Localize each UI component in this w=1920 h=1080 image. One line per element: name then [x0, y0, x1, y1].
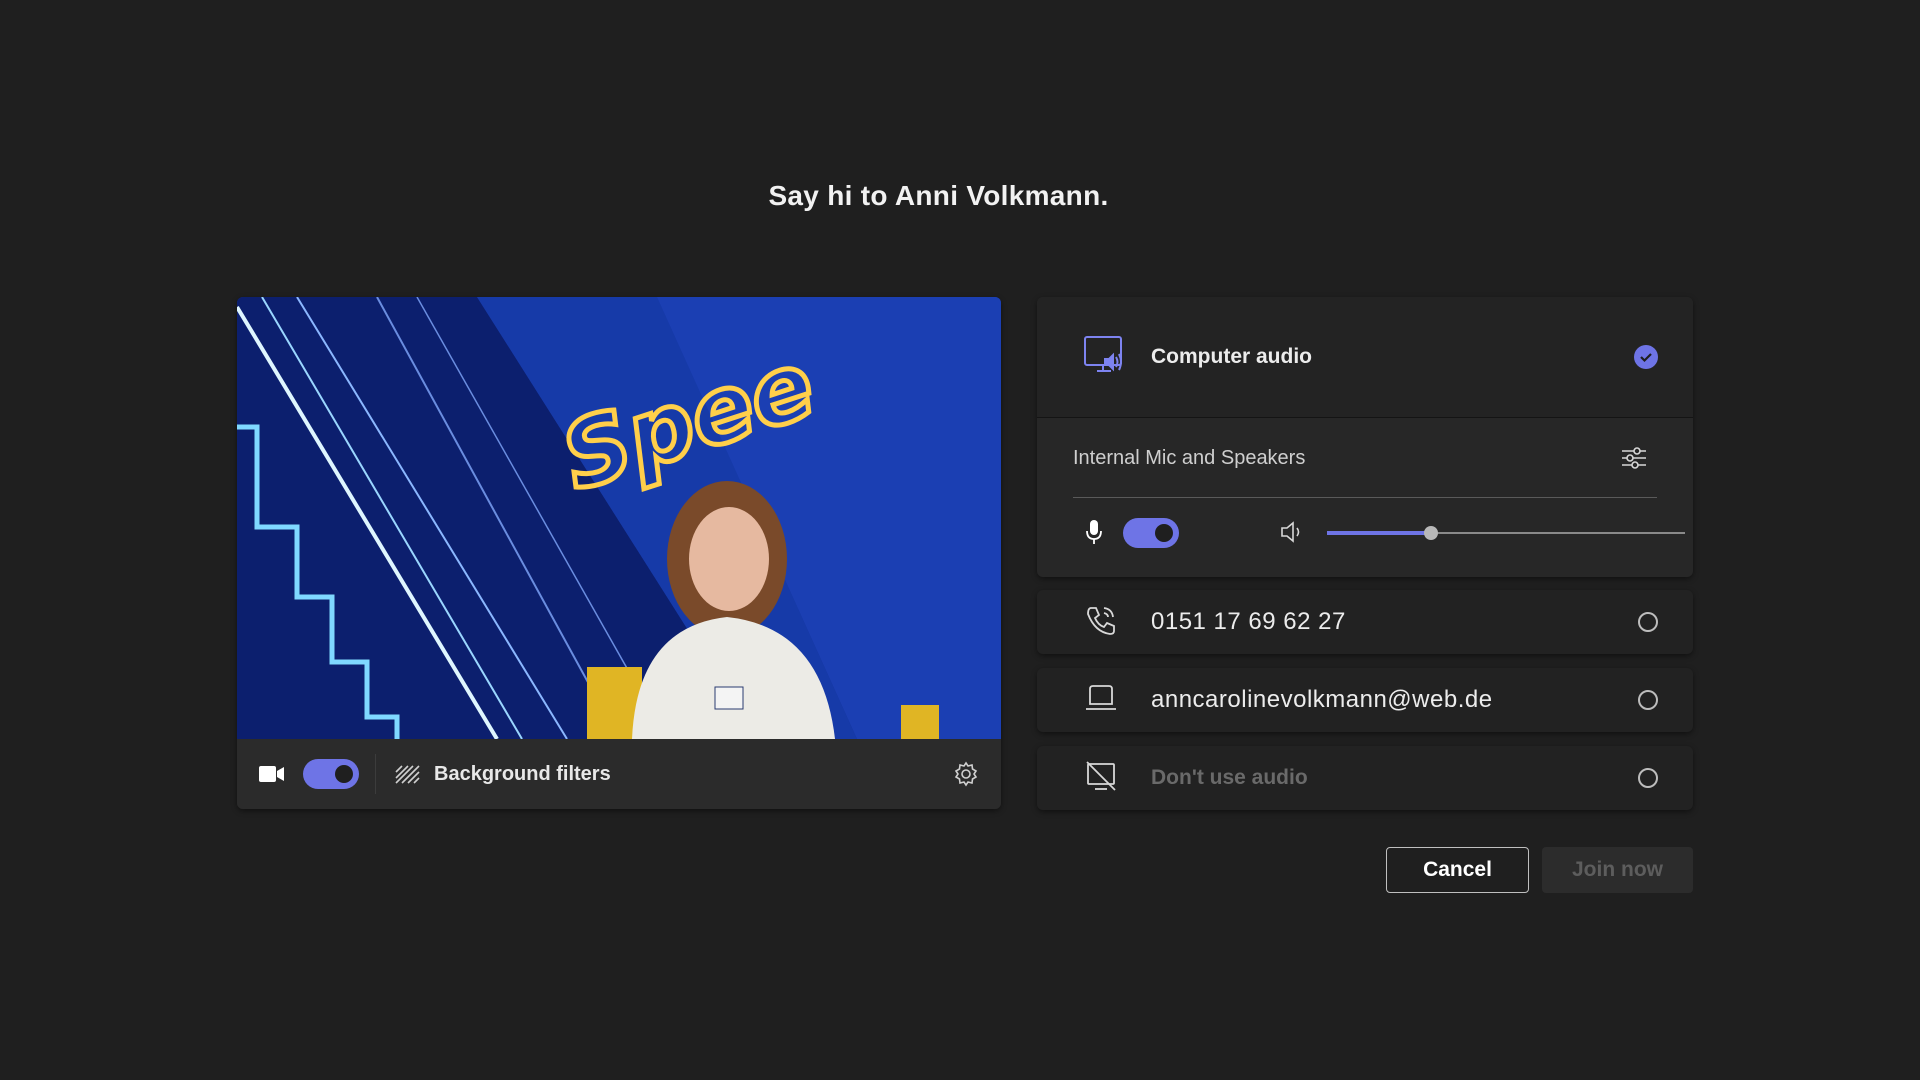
volume-fill — [1327, 531, 1431, 535]
computer-audio-icon — [1083, 335, 1125, 377]
camera-preview: Spee — [237, 297, 1001, 739]
gear-icon[interactable] — [953, 761, 979, 787]
cancel-button[interactable]: Cancel — [1386, 847, 1529, 893]
microphone-toggle[interactable] — [1123, 518, 1179, 548]
page-title: Say hi to Anni Volkmann. — [768, 180, 1109, 211]
no-audio-icon — [1083, 758, 1119, 794]
phone-number-label: 0151 17 69 62 27 — [1151, 608, 1346, 635]
video-toolbar: Background filters — [237, 739, 1001, 809]
phone-icon — [1083, 602, 1119, 638]
speaker-icon — [1280, 520, 1306, 544]
speaker-volume-slider[interactable] — [1327, 526, 1685, 540]
device-label: Internal Mic and Speakers — [1073, 447, 1306, 469]
audio-settings-icon[interactable] — [1621, 445, 1647, 471]
laptop-icon — [1083, 680, 1119, 716]
video-preview-card: Spee Background filters — [237, 297, 1001, 809]
toolbar-divider — [375, 754, 376, 794]
volume-thumb[interactable] — [1424, 526, 1438, 540]
phone-option-radio[interactable] — [1638, 612, 1658, 632]
phone-audio-option[interactable]: 0151 17 69 62 27 — [1037, 590, 1693, 654]
computer-audio-panel: Computer audio Internal Mic and Speakers — [1037, 297, 1693, 577]
email-option-radio[interactable] — [1638, 690, 1658, 710]
join-now-button[interactable]: Join now — [1542, 847, 1693, 893]
background-filters-button[interactable]: Background filters — [434, 763, 611, 786]
computer-audio-label: Computer audio — [1151, 345, 1312, 368]
no-audio-option-radio[interactable] — [1638, 768, 1658, 788]
device-selector[interactable]: Internal Mic and Speakers — [1073, 441, 1657, 498]
audio-controls — [1073, 513, 1685, 553]
camera-toggle[interactable] — [303, 759, 359, 789]
selected-check-icon — [1634, 345, 1658, 369]
no-audio-option[interactable]: Don't use audio — [1037, 746, 1693, 810]
email-label: anncarolinevolkmann@web.de — [1151, 686, 1493, 713]
computer-audio-option[interactable]: Computer audio — [1037, 297, 1693, 418]
email-audio-option[interactable]: anncarolinevolkmann@web.de — [1037, 668, 1693, 732]
background-filters-icon — [394, 764, 420, 784]
toggle-knob — [335, 765, 353, 783]
microphone-icon — [1085, 519, 1103, 545]
video-camera-icon[interactable] — [259, 764, 287, 784]
no-audio-label: Don't use audio — [1151, 766, 1308, 789]
toggle-knob — [1155, 524, 1173, 542]
